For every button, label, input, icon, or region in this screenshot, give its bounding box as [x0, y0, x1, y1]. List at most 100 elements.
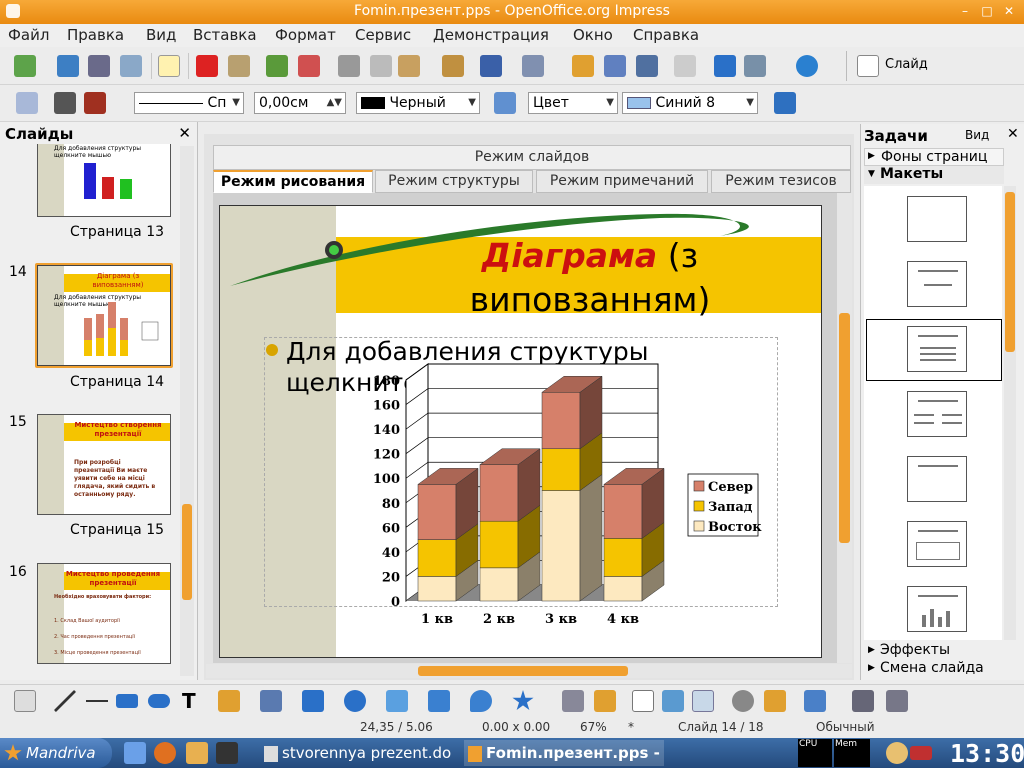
layouts-scrollbar[interactable] [1004, 186, 1016, 640]
menu-edit[interactable]: Правка [67, 26, 124, 44]
layout-centered-text[interactable] [907, 521, 967, 567]
menu-file[interactable]: Файл [8, 26, 49, 44]
scrollbar-thumb[interactable] [1005, 192, 1015, 352]
menu-format[interactable]: Формат [275, 26, 336, 44]
layout-title-content[interactable] [907, 326, 967, 372]
taskbar-item-impress[interactable]: Fomin.презент.pps - [464, 740, 664, 766]
layout-blank[interactable] [907, 196, 967, 242]
print-icon[interactable] [228, 55, 250, 77]
slide-thumbnail-16[interactable]: Мистецтво проведення презентації Необхід… [37, 563, 171, 664]
scrollbar-thumb[interactable] [182, 504, 192, 600]
zoom-icon[interactable] [744, 55, 766, 77]
start-button[interactable]: Mandriva [0, 738, 112, 768]
close-icon[interactable]: ✕ [1007, 126, 1019, 142]
flowchart-icon[interactable] [428, 690, 450, 712]
menu-view[interactable]: Вид [146, 26, 176, 44]
section-layouts[interactable]: Макеты [864, 166, 1004, 184]
shadow-icon[interactable] [774, 92, 796, 114]
status-zoom[interactable]: 67% [580, 720, 607, 734]
line-width-spinner[interactable]: 0,00см ▲▼ [254, 92, 346, 114]
firefox-icon[interactable] [154, 742, 176, 764]
points-icon[interactable] [562, 690, 584, 712]
menu-help[interactable]: Справка [633, 26, 699, 44]
alignment-icon[interactable] [764, 690, 786, 712]
menu-tools[interactable]: Сервис [355, 26, 411, 44]
line-style-select[interactable]: Сп ▼ [134, 92, 244, 114]
redo-icon[interactable] [522, 55, 544, 77]
menu-window[interactable]: Окно [573, 26, 613, 44]
slide-button[interactable]: Слайд [885, 57, 928, 72]
save-icon[interactable] [88, 55, 110, 77]
slides-panel-scrollbar[interactable] [180, 146, 194, 676]
style-icon[interactable] [16, 92, 38, 114]
new-slide-icon[interactable] [857, 55, 879, 77]
menu-insert[interactable]: Вставка [193, 26, 257, 44]
from-file-icon[interactable] [662, 690, 684, 712]
rectangle-icon[interactable] [116, 694, 138, 708]
layout-chart[interactable] [907, 586, 967, 632]
table-icon[interactable] [604, 55, 626, 77]
format-paintbrush-icon[interactable] [442, 55, 464, 77]
window-titlebar[interactable]: Fomin.презент.pps - OpenOffice.org Impre… [0, 0, 1024, 24]
section-master-pages[interactable]: Фоны страниц [864, 148, 1004, 166]
export-pdf-icon[interactable] [196, 55, 218, 77]
stacked-bar-chart[interactable]: 0 20 40 60 80 100 120 140 160 180 1 кв 2 кв 3 кв 4 кв… [220, 206, 822, 658]
tab-notes-view[interactable]: Режим примечаний [536, 170, 708, 193]
grid-icon[interactable] [674, 55, 696, 77]
spin-icon[interactable]: ▲▼ [327, 93, 342, 113]
copy-icon[interactable] [370, 55, 392, 77]
symbol-shapes-icon[interactable] [344, 690, 366, 712]
maximize-button[interactable]: □ [978, 3, 996, 20]
basic-shapes-icon[interactable] [302, 690, 324, 712]
stars-icon[interactable] [512, 690, 534, 711]
fontwork-icon[interactable] [632, 690, 654, 712]
new-document-icon[interactable] [14, 55, 36, 77]
arrange-icon[interactable] [804, 690, 826, 712]
tab-drawing-view[interactable]: Режим рисования [213, 170, 373, 193]
close-icon[interactable]: ✕ [178, 124, 191, 142]
slide-thumbnail-15[interactable]: Мистецтво створення презентації При розр… [37, 414, 171, 515]
line-arrow-icon[interactable] [86, 690, 108, 712]
callouts-icon[interactable] [470, 690, 492, 712]
home-icon[interactable] [124, 742, 146, 764]
section-effects[interactable]: Эффекты [864, 642, 1004, 659]
layout-two-columns[interactable] [907, 391, 967, 437]
slide-canvas[interactable]: Діаграма (з виповзанням) Для добавления … [219, 205, 822, 658]
slide-thumbnail-13[interactable]: Для добавления структуры щелкните мышью [37, 144, 171, 217]
ellipse-icon[interactable] [148, 694, 170, 708]
minimize-button[interactable]: – [956, 3, 974, 20]
line-icon[interactable] [54, 92, 76, 114]
taskbar-item-writer[interactable]: stvorennya prezent.do [264, 740, 462, 766]
navigator-icon[interactable] [714, 55, 736, 77]
area-icon[interactable] [494, 92, 516, 114]
section-slide-transition[interactable]: Смена слайда [864, 660, 1004, 677]
scrollbar-thumb[interactable] [839, 313, 850, 543]
layout-title-only[interactable] [907, 261, 967, 307]
connector-icon[interactable] [260, 690, 282, 712]
slide-horizontal-scrollbar[interactable] [206, 664, 852, 678]
toolbar-options-icon[interactable] [886, 690, 908, 712]
block-arrows-icon[interactable] [386, 690, 408, 712]
user-icon[interactable] [886, 742, 908, 764]
extrusion-icon[interactable] [852, 690, 874, 712]
rotate-icon[interactable] [732, 690, 754, 712]
help-icon[interactable] [796, 55, 818, 77]
tab-outline-view[interactable]: Режим структуры [375, 170, 533, 193]
curve-icon[interactable] [218, 690, 240, 712]
terminal-icon[interactable] [216, 742, 238, 764]
menu-slideshow[interactable]: Демонстрация [433, 26, 549, 44]
glue-points-icon[interactable] [594, 690, 616, 712]
text-tool-icon[interactable]: T [182, 689, 196, 713]
scrollbar-thumb[interactable] [418, 666, 628, 676]
tab-handout-view[interactable]: Режим тезисов [711, 170, 851, 193]
paste-icon[interactable] [398, 55, 420, 77]
cut-icon[interactable] [338, 55, 360, 77]
edit-file-icon[interactable] [158, 55, 180, 77]
arrow-style-icon[interactable] [84, 92, 106, 114]
close-button[interactable]: ✕ [1000, 3, 1018, 20]
line-tool-icon[interactable] [54, 690, 76, 712]
tasks-view-menu[interactable]: Вид [965, 128, 989, 142]
email-icon[interactable] [120, 55, 142, 77]
launcher-icon[interactable] [186, 742, 208, 764]
slide-thumbnail-14[interactable]: Діаграма (з виповзанням) Для добавления … [37, 265, 171, 366]
